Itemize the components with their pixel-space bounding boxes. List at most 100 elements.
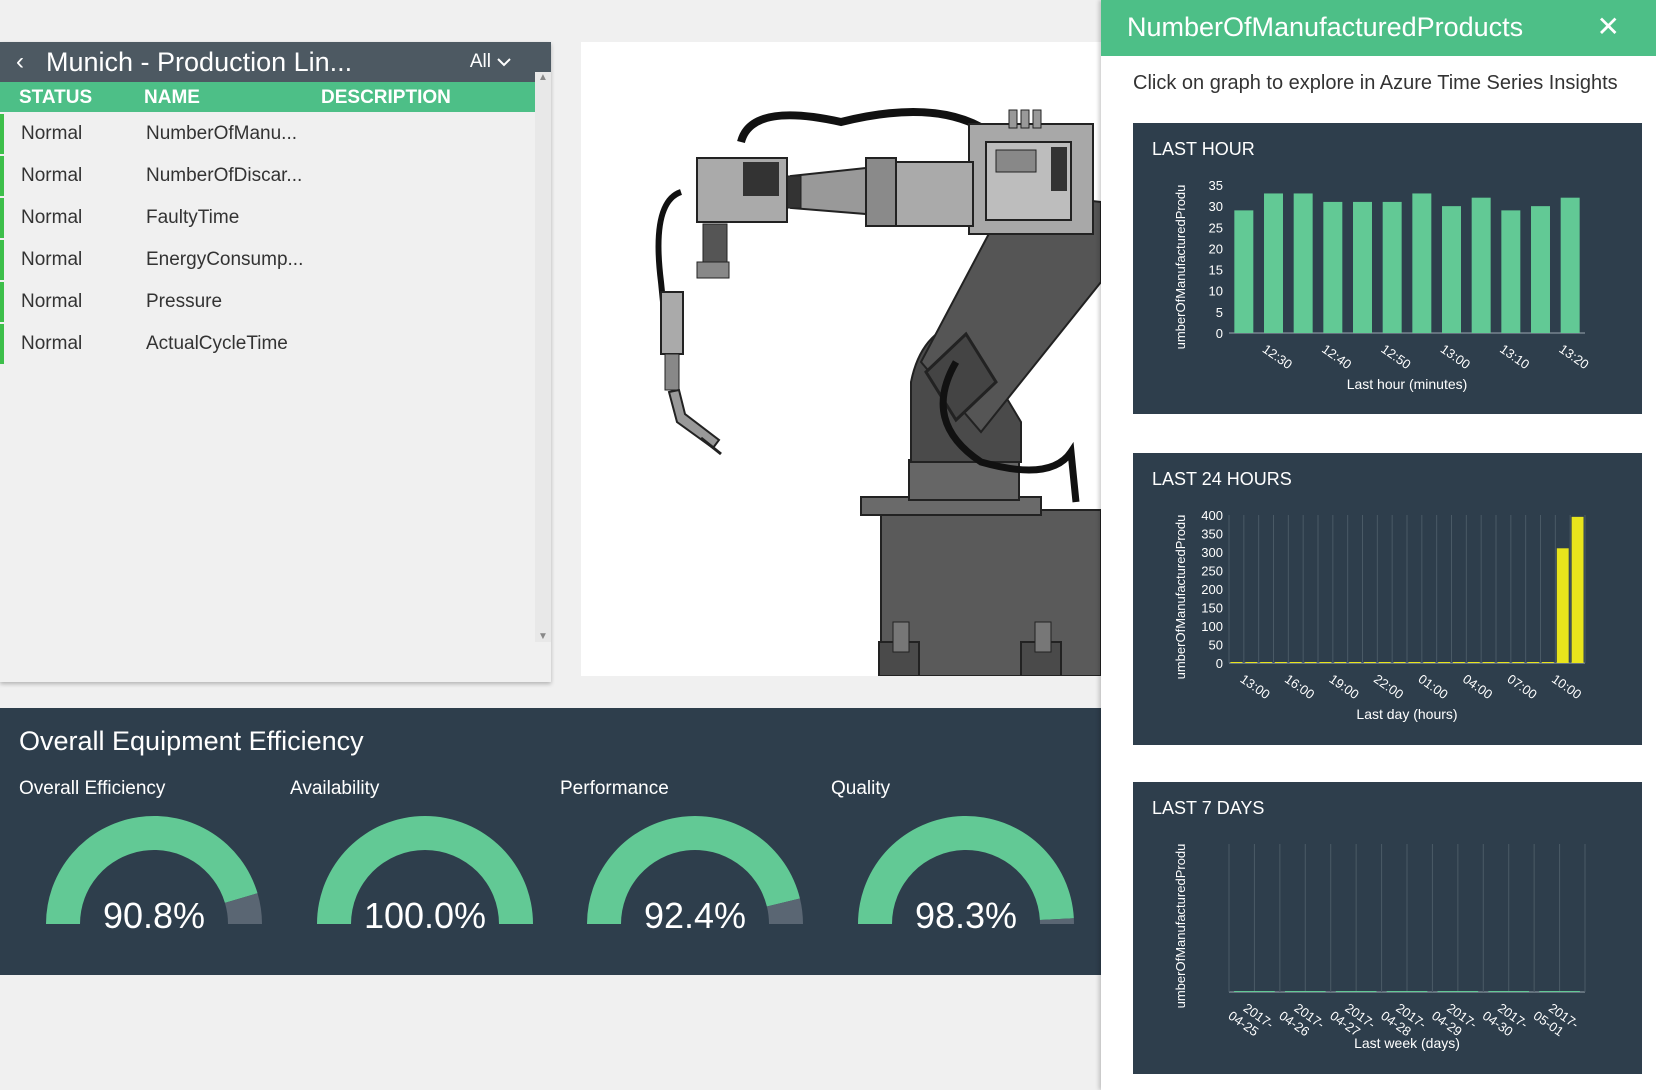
- x-axis-label: Last day (hours): [1356, 706, 1457, 722]
- chart-bar[interactable]: [1230, 662, 1243, 663]
- list-item[interactable]: Normal Pressure: [0, 282, 551, 322]
- chart-bar[interactable]: [1438, 662, 1451, 663]
- list-item[interactable]: Normal ActualCycleTime: [0, 324, 551, 364]
- chart-bar[interactable]: [1539, 991, 1580, 992]
- sensor-list: Normal NumberOfManu... Normal NumberOfDisc…: [0, 114, 551, 684]
- chart-bar[interactable]: [1512, 662, 1525, 663]
- chart-bar[interactable]: [1264, 193, 1283, 333]
- chart-last-24-hours[interactable]: LAST 24 HOURS umberOfManufacturedProdu La…: [1133, 453, 1642, 745]
- chart-bar[interactable]: [1382, 201, 1402, 333]
- chart-bar[interactable]: [1323, 201, 1343, 333]
- x-tick-label: 22:00: [1371, 671, 1406, 702]
- chart-bar[interactable]: [1488, 991, 1530, 992]
- chart-plot: umberOfManufacturedProdu Last week (days)…: [1173, 844, 1586, 1051]
- gauge-value: 100.0%: [363, 895, 487, 936]
- chart-bar[interactable]: [1304, 662, 1317, 663]
- chart-bar[interactable]: [1412, 193, 1432, 333]
- x-tick-label: 19:00: [1327, 671, 1362, 702]
- chart-bar[interactable]: [1234, 991, 1275, 992]
- gauge-label: Quality: [831, 778, 891, 799]
- chart-title: LAST HOUR: [1152, 139, 1255, 159]
- chart-bar[interactable]: [1386, 991, 1428, 992]
- gauge-value: 92.4%: [643, 895, 747, 936]
- chart-last-7-days[interactable]: LAST 7 DAYS umberOfManufacturedProdu Last…: [1133, 782, 1642, 1074]
- x-tick-label: 12:30: [1260, 341, 1295, 372]
- gauge-performance: Performance 92.4%: [560, 778, 803, 936]
- column-status[interactable]: STATUS: [19, 87, 92, 109]
- list-item[interactable]: Normal NumberOfManu...: [0, 114, 551, 154]
- chart-bar[interactable]: [1571, 516, 1584, 663]
- y-tick-label: 20: [1209, 241, 1223, 256]
- robot-arm-illustration: [655, 108, 1101, 676]
- chevron-down-icon: [497, 58, 511, 67]
- list-item[interactable]: Normal FaultyTime: [0, 198, 551, 238]
- chart-bar[interactable]: [1353, 201, 1372, 333]
- chart-bar[interactable]: [1289, 662, 1302, 663]
- chart-bar[interactable]: [1378, 662, 1391, 663]
- y-tick-label: 150: [1201, 601, 1223, 616]
- y-tick-label: 10: [1209, 284, 1223, 299]
- chart-plot: umberOfManufacturedProdu Last day (hours)…: [1173, 508, 1586, 722]
- chart-bar[interactable]: [1531, 206, 1550, 333]
- chart-bar[interactable]: [1234, 210, 1254, 333]
- chart-bar[interactable]: [1293, 193, 1313, 333]
- chart-bar[interactable]: [1363, 662, 1376, 663]
- chart-bar[interactable]: [1541, 662, 1554, 663]
- robot-image: [581, 42, 1101, 676]
- x-axis-label: Last week (days): [1354, 1035, 1460, 1051]
- close-icon[interactable]: ✕: [1597, 10, 1620, 43]
- chart-bar[interactable]: [1482, 662, 1495, 663]
- x-tick-label: 13:00: [1438, 341, 1473, 372]
- chart-title: LAST 24 HOURS: [1152, 469, 1292, 489]
- chart-bar[interactable]: [1349, 662, 1362, 663]
- chart-bar[interactable]: [1471, 197, 1491, 333]
- y-tick-label: 400: [1201, 508, 1223, 523]
- chart-bar[interactable]: [1437, 991, 1479, 992]
- column-name[interactable]: NAME: [144, 87, 200, 109]
- chart-bar[interactable]: [1452, 662, 1465, 663]
- chart-bar[interactable]: [1442, 206, 1461, 333]
- gauge-label: Overall Efficiency: [19, 778, 166, 799]
- chart-bar[interactable]: [1393, 662, 1406, 663]
- chart-bar[interactable]: [1408, 662, 1421, 663]
- chart-bar[interactable]: [1467, 662, 1480, 663]
- row-name: ActualCycleTime: [146, 333, 288, 354]
- y-tick-label: 250: [1201, 564, 1223, 579]
- chart-bar[interactable]: [1334, 662, 1347, 663]
- flyout-title: NumberOfManufacturedProducts: [1127, 12, 1524, 42]
- chart-bar[interactable]: [1284, 991, 1326, 992]
- chart-last-hour[interactable]: LAST HOUR umberOfManufacturedProdu Last h…: [1133, 123, 1642, 414]
- chart-bar[interactable]: [1560, 197, 1580, 333]
- chart-bar[interactable]: [1245, 662, 1258, 663]
- oee-title: Overall Equipment Efficiency: [19, 726, 364, 756]
- row-status: Normal: [21, 165, 83, 186]
- y-tick-label: 100: [1201, 619, 1223, 634]
- list-item[interactable]: Normal EnergyConsump...: [0, 240, 551, 280]
- chart-bar[interactable]: [1497, 662, 1510, 663]
- scroll-down-icon[interactable]: ▼: [538, 631, 548, 642]
- scrollbar[interactable]: ▲ ▼: [535, 72, 551, 642]
- gauge-value: 98.3%: [914, 895, 1018, 936]
- chart-bar[interactable]: [1527, 662, 1540, 663]
- details-flyout: NumberOfManufacturedProducts ✕ Click on …: [1101, 0, 1656, 1090]
- column-description[interactable]: DESCRIPTION: [321, 87, 451, 109]
- y-axis-label: umberOfManufacturedProdu: [1173, 515, 1188, 680]
- back-icon[interactable]: ‹: [16, 48, 42, 76]
- chart-bar[interactable]: [1501, 210, 1521, 333]
- x-tick-label: 12:40: [1319, 341, 1354, 372]
- scroll-up-icon[interactable]: ▲: [538, 72, 548, 83]
- flyout-hint: Click on graph to explore in Azure Time …: [1133, 72, 1618, 94]
- gauge-label: Performance: [560, 778, 669, 799]
- chart-bar[interactable]: [1423, 662, 1436, 663]
- chart-bar[interactable]: [1319, 662, 1332, 663]
- filter-dropdown[interactable]: All: [470, 51, 511, 73]
- list-item[interactable]: Normal NumberOfDiscar...: [0, 156, 551, 196]
- chart-bar[interactable]: [1335, 991, 1377, 992]
- chart-bar[interactable]: [1556, 548, 1569, 663]
- y-tick-label: 300: [1201, 545, 1223, 560]
- x-axis-label: Last hour (minutes): [1347, 376, 1468, 392]
- y-tick-label: 35: [1209, 178, 1223, 193]
- chart-bar[interactable]: [1260, 662, 1273, 663]
- x-tick-label: 01:00: [1416, 671, 1451, 702]
- chart-bar[interactable]: [1274, 662, 1287, 663]
